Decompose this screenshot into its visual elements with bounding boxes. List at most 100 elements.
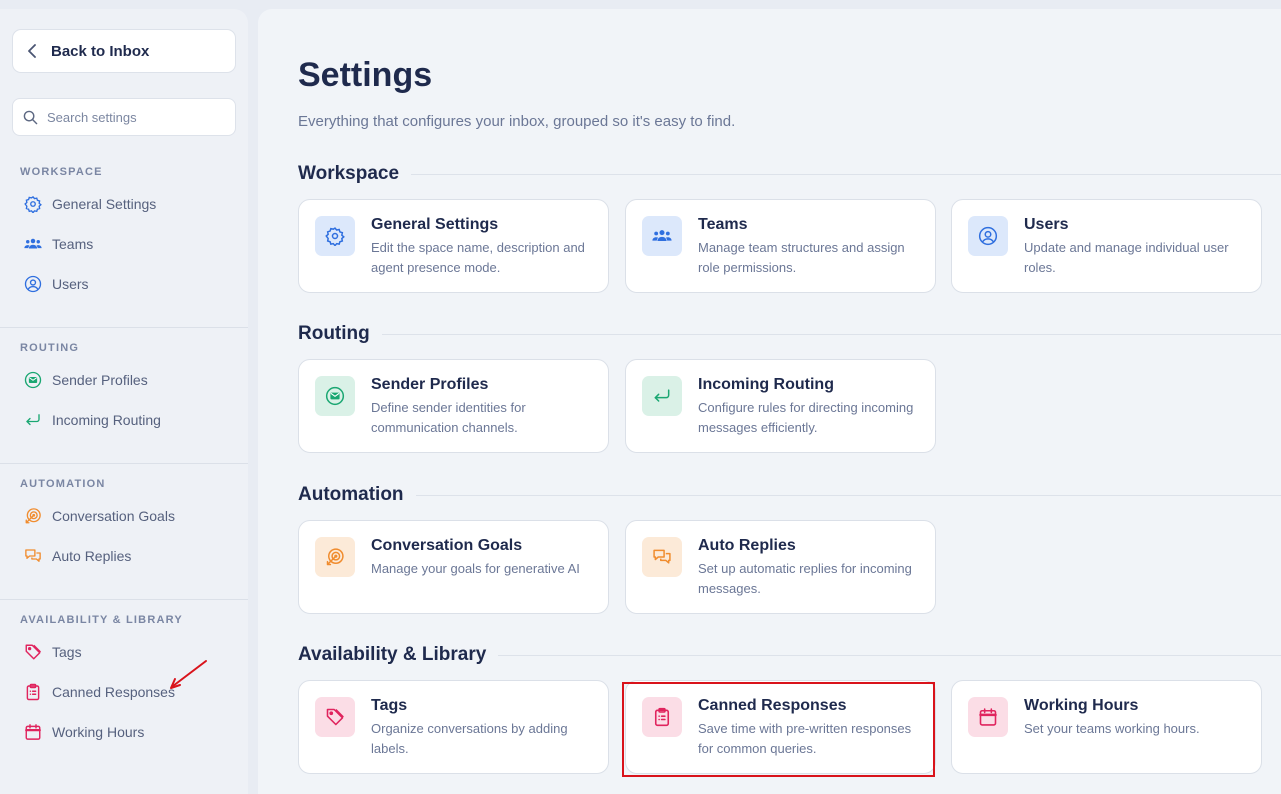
return-arrow-icon: [23, 411, 42, 430]
sidebar-item-conversation-goals[interactable]: Conversation Goals: [0, 496, 248, 536]
page-title: Settings: [298, 56, 433, 94]
back-to-inbox-button[interactable]: Back to Inbox: [12, 29, 236, 73]
card-description: Manage team structures and assign role p…: [698, 240, 905, 275]
card-general-settings[interactable]: General Settings Edit the space name, de…: [298, 199, 609, 293]
card-description: Edit the space name, description and age…: [371, 240, 585, 275]
sidebar-item-label: Teams: [52, 236, 94, 252]
card-description: Update and manage individual user roles.: [1024, 240, 1229, 275]
card-conversation-goals[interactable]: Conversation Goals Manage your goals for…: [298, 520, 609, 614]
group-heading-workspace: Workspace: [298, 163, 1281, 185]
chat-bubbles-icon: [642, 537, 682, 577]
annotation-arrow-icon: [170, 660, 207, 689]
sidebar-item-tags[interactable]: Tags: [0, 632, 248, 672]
back-to-inbox-label: Back to Inbox: [51, 42, 150, 60]
card-description: Set up automatic replies for incoming me…: [698, 561, 912, 596]
group-title: Workspace: [298, 163, 400, 184]
group-heading-availability-library: Availability & Library: [298, 644, 1281, 666]
sidebar: Back to Inbox WORKSPACE General Settings…: [0, 9, 248, 794]
card-auto-replies[interactable]: Auto Replies Set up automatic replies fo…: [625, 520, 936, 614]
card-title: Conversation Goals: [371, 537, 523, 554]
tag-icon: [23, 643, 42, 662]
card-description: Set your teams working hours.: [1024, 721, 1200, 736]
sidebar-divider: [0, 599, 248, 600]
group-title: Availability & Library: [298, 644, 487, 665]
sidebar-item-sender-profiles[interactable]: Sender Profiles: [0, 360, 248, 400]
gear-icon: [23, 195, 42, 214]
team-icon: [642, 216, 682, 256]
search-icon: [23, 110, 38, 124]
chevron-left-icon: [28, 44, 36, 58]
chat-bubbles-icon: [23, 547, 42, 566]
card-description: Save time with pre-written responses for…: [698, 721, 912, 756]
mail-badge-icon: [23, 371, 42, 390]
card-title: Tags: [371, 697, 408, 714]
sidebar-item-label: Working Hours: [52, 724, 145, 740]
sidebar-section-automation: AUTOMATION Conversation Goals Auto Repli…: [0, 476, 248, 576]
page-subtitle: Everything that configures your inbox, g…: [298, 113, 736, 130]
group-heading-automation: Automation: [298, 484, 1281, 506]
user-circle-icon: [23, 275, 42, 294]
clipboard-icon: [642, 697, 682, 737]
card-description: Manage your goals for generative AI: [371, 561, 580, 576]
card-sender-profiles[interactable]: Sender Profiles Define sender identities…: [298, 359, 609, 453]
gear-icon: [315, 216, 355, 256]
sidebar-item-users[interactable]: Users: [0, 264, 248, 304]
card-working-hours[interactable]: Working Hours Set your teams working hou…: [951, 680, 1262, 774]
card-title: Incoming Routing: [698, 376, 834, 393]
group-title: Routing: [298, 323, 370, 344]
sidebar-item-label: Auto Replies: [52, 548, 132, 564]
sidebar-item-incoming-routing[interactable]: Incoming Routing: [0, 400, 248, 440]
target-icon: [23, 507, 42, 526]
card-title: Users: [1024, 216, 1069, 233]
mail-badge-icon: [315, 376, 355, 416]
tag-icon: [315, 697, 355, 737]
sidebar-item-label: Sender Profiles: [52, 372, 148, 388]
user-circle-icon: [968, 216, 1008, 256]
card-teams[interactable]: Teams Manage team structures and assign …: [625, 199, 936, 293]
clipboard-icon: [23, 683, 42, 702]
sidebar-item-label: Incoming Routing: [52, 412, 161, 428]
sidebar-item-label: Canned Responses: [52, 684, 175, 700]
sidebar-item-label: Tags: [52, 644, 82, 660]
group-title: Automation: [298, 484, 404, 505]
target-icon: [315, 537, 355, 577]
card-title: General Settings: [371, 216, 499, 233]
calendar-icon: [23, 723, 42, 742]
section-heading: WORKSPACE: [20, 166, 103, 178]
team-icon: [23, 235, 42, 254]
calendar-icon: [968, 697, 1008, 737]
sidebar-section-workspace: WORKSPACE General Settings Teams Users: [0, 164, 248, 304]
return-arrow-icon: [642, 376, 682, 416]
card-description: Configure rules for directing incoming m…: [698, 400, 914, 435]
search-input[interactable]: [47, 109, 227, 125]
card-description: Define sender identities for communicati…: [371, 400, 526, 435]
main-panel: Settings Everything that configures your…: [258, 9, 1281, 794]
section-heading: AVAILABILITY & LIBRARY: [20, 614, 183, 626]
card-title: Working Hours: [1024, 697, 1139, 714]
sidebar-section-availability-library: AVAILABILITY & LIBRARY Tags Canned Respo…: [0, 612, 248, 752]
section-heading: AUTOMATION: [20, 478, 106, 490]
sidebar-item-label: General Settings: [52, 196, 157, 212]
card-title: Sender Profiles: [371, 376, 489, 393]
sidebar-item-teams[interactable]: Teams: [0, 224, 248, 264]
sidebar-section-routing: ROUTING Sender Profiles Incoming Routing: [0, 340, 248, 440]
sidebar-item-working-hours[interactable]: Working Hours: [0, 712, 248, 752]
sidebar-item-general-settings[interactable]: General Settings: [0, 184, 248, 224]
card-tags[interactable]: Tags Organize conversations by adding la…: [298, 680, 609, 774]
sidebar-divider: [0, 327, 248, 328]
group-heading-routing: Routing: [298, 323, 1281, 345]
sidebar-item-label: Conversation Goals: [52, 508, 175, 524]
sidebar-item-label: Users: [52, 276, 89, 292]
card-title: Teams: [698, 216, 748, 233]
sidebar-divider: [0, 463, 248, 464]
card-canned-responses[interactable]: Canned Responses Save time with pre-writ…: [625, 680, 936, 774]
card-incoming-routing[interactable]: Incoming Routing Configure rules for dir…: [625, 359, 936, 453]
card-users[interactable]: Users Update and manage individual user …: [951, 199, 1262, 293]
sidebar-item-auto-replies[interactable]: Auto Replies: [0, 536, 248, 576]
sidebar-item-canned-responses[interactable]: Canned Responses: [0, 672, 248, 712]
search-box[interactable]: [12, 98, 236, 136]
card-title: Auto Replies: [698, 537, 796, 554]
card-description: Organize conversations by adding labels.: [371, 721, 568, 756]
section-heading: ROUTING: [20, 342, 80, 354]
card-title: Canned Responses: [698, 697, 847, 714]
